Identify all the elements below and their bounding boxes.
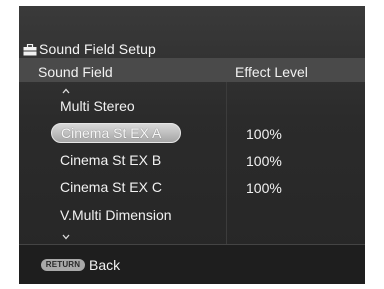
effect-level-cinema-st-ex-a: 100% bbox=[246, 126, 282, 142]
list-item-label: Cinema St EX C bbox=[60, 179, 162, 195]
column-divider bbox=[226, 82, 227, 244]
window-title-text: Sound Field Setup bbox=[39, 41, 156, 57]
effect-level-cinema-st-ex-c: 100% bbox=[246, 180, 282, 196]
return-button[interactable]: RETURN bbox=[41, 259, 85, 271]
column-header-sound-field: Sound Field bbox=[38, 64, 113, 80]
list-item-label: V.Multi Dimension bbox=[60, 207, 172, 223]
list-item-cinema-st-ex-a[interactable]: Cinema St EX A bbox=[51, 123, 181, 143]
list-item-multi-stereo[interactable]: Multi Stereo bbox=[51, 96, 181, 116]
window-title: Sound Field Setup bbox=[23, 40, 156, 58]
list-item-cinema-st-ex-c[interactable]: Cinema St EX C bbox=[51, 177, 181, 197]
chevron-down-icon[interactable] bbox=[61, 228, 71, 240]
list-item-label: Multi Stereo bbox=[60, 98, 135, 114]
list-item-cinema-st-ex-b[interactable]: Cinema St EX B bbox=[51, 150, 181, 170]
column-header-effect-level: Effect Level bbox=[235, 64, 308, 80]
list-item-label: Cinema St EX A bbox=[61, 125, 162, 141]
list-item-v-multi-dimension[interactable]: V.Multi Dimension bbox=[51, 205, 181, 225]
effect-level-cinema-st-ex-b: 100% bbox=[246, 153, 282, 169]
toolbox-icon bbox=[23, 43, 37, 56]
screen: Sound Field Setup Sound Field Effect Lev… bbox=[0, 0, 384, 289]
chevron-up-icon[interactable] bbox=[61, 82, 71, 94]
list-item-label: Cinema St EX B bbox=[60, 152, 162, 168]
back-label: Back bbox=[89, 257, 121, 273]
